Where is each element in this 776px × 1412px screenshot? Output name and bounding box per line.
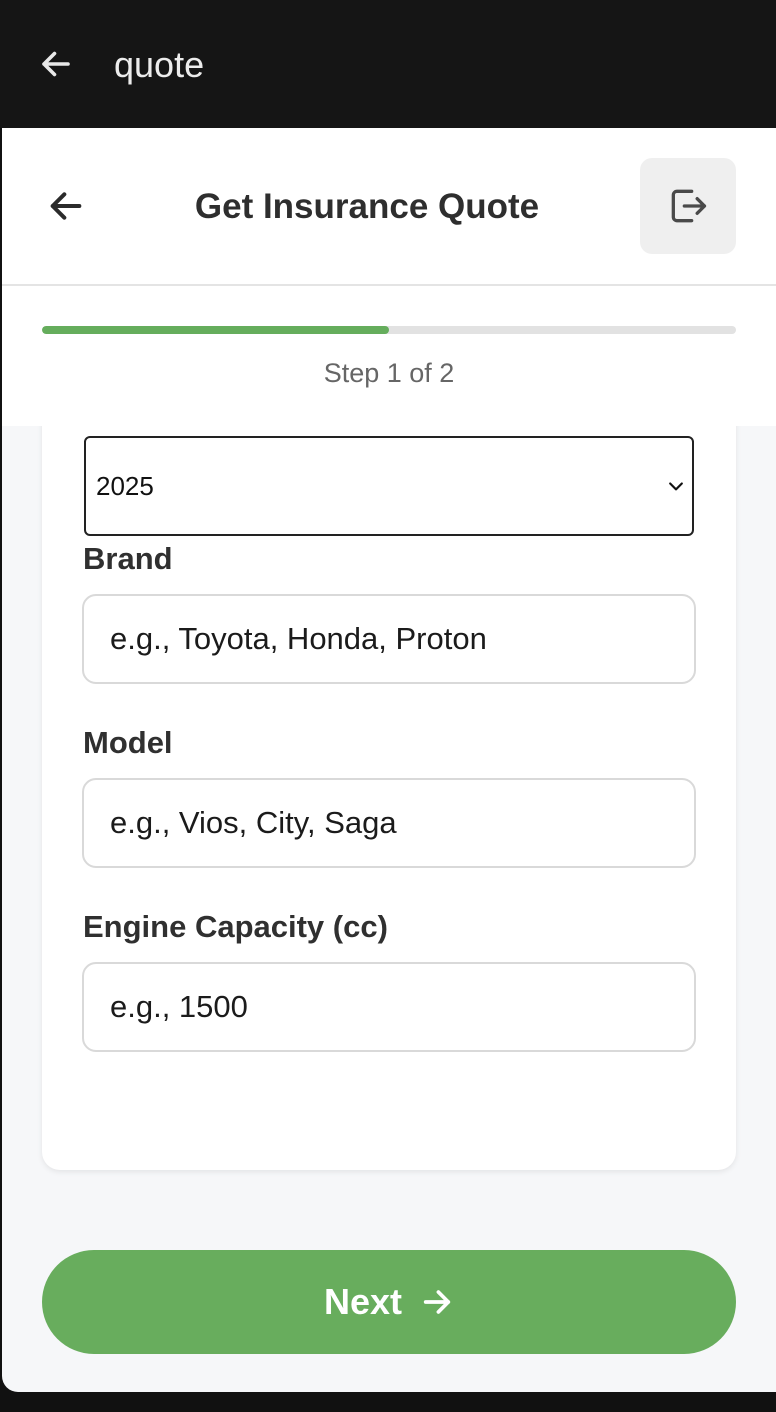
arrow-right-icon	[423, 1290, 451, 1314]
page-title: Get Insurance Quote	[194, 187, 540, 226]
model-label: Model	[83, 725, 173, 760]
engine-capacity-input[interactable]	[82, 962, 696, 1052]
browser-back-button[interactable]	[36, 44, 76, 84]
year-select-value: 2025	[96, 470, 154, 501]
brand-input[interactable]	[82, 594, 696, 684]
logout-icon	[671, 189, 707, 223]
browser-title: quote	[114, 44, 205, 85]
model-input[interactable]	[82, 778, 696, 868]
app-header: Get Insurance Quote	[2, 128, 776, 286]
logout-button[interactable]	[640, 158, 736, 254]
progress-bar	[42, 326, 736, 334]
year-select[interactable]: 2025	[84, 436, 694, 536]
chevron-down-icon	[669, 482, 683, 491]
vehicle-form-card: 2025 Brand Model Engine Capacity (cc)	[42, 388, 736, 1170]
app-screen: Get Insurance Quote 2025 Brand Model Eng…	[2, 128, 776, 1392]
progress-section: Step 1 of 2	[2, 286, 776, 426]
engine-capacity-label: Engine Capacity (cc)	[83, 909, 388, 944]
brand-label: Brand	[83, 541, 173, 576]
bottom-edge	[0, 1392, 776, 1412]
next-button[interactable]: Next	[42, 1250, 736, 1354]
browser-topbar: quote	[0, 0, 776, 128]
progress-fill	[42, 326, 389, 334]
next-button-label: Next	[323, 1281, 403, 1322]
arrow-left-icon	[42, 51, 70, 77]
step-indicator: Step 1 of 2	[323, 358, 455, 388]
